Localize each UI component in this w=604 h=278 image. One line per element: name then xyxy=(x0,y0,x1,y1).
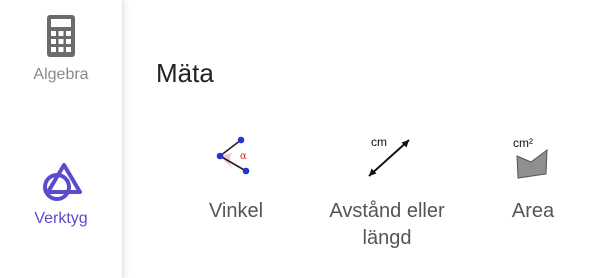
cm-label: cm xyxy=(371,135,387,149)
sidebar-item-label: Algebra xyxy=(33,66,89,83)
calculator-icon xyxy=(47,15,75,57)
cm2-label: cm² xyxy=(513,136,533,150)
angle-icon: α xyxy=(216,136,250,175)
alpha-symbol: α xyxy=(240,151,247,162)
tool-label: Avstånd eller längd xyxy=(329,200,445,249)
tools-icon xyxy=(43,163,82,201)
sidebar-item-algebra[interactable]: Algebra xyxy=(0,14,122,84)
area-icon: cm² xyxy=(513,136,548,179)
tool-vinkel[interactable]: α Vinkel xyxy=(161,130,311,225)
sidebar-item-verktyg[interactable]: Verktyg xyxy=(0,162,122,228)
tool-avstand-eller-langd[interactable]: cm Avstånd eller längd xyxy=(312,130,462,252)
sidebar-item-label: Verktyg xyxy=(34,210,88,227)
tool-label: Area xyxy=(511,200,555,222)
tool-area[interactable]: cm² Area xyxy=(481,130,585,225)
section-title: Mäta xyxy=(156,58,214,88)
tools-panel: Mäta α Vinkel cm Avstånd eller längd cm²… xyxy=(122,0,604,278)
distance-icon: cm xyxy=(368,135,410,177)
sidebar: Algebra Verktyg xyxy=(0,0,123,278)
tool-label: Vinkel xyxy=(208,200,264,222)
